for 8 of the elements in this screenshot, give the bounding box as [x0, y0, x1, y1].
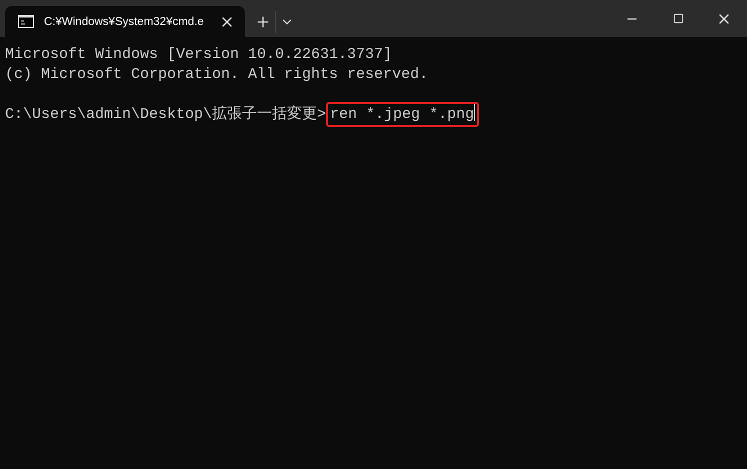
console-text: (c) Microsoft Corporation. All rights reserved.	[5, 66, 428, 82]
new-tab-icon[interactable]	[255, 14, 271, 30]
tab[interactable]: C:¥Windows¥System32¥cmd.e	[5, 6, 245, 37]
command-text: ren *.jpeg *.png	[326, 102, 480, 126]
console-text: Microsoft Windows [Version 10.0.22631.3737]	[5, 46, 392, 63]
command-prompt: C:\Users\admin\Desktop\拡張子一括変更>	[5, 106, 326, 122]
tab-title: C:¥Windows¥System32¥cmd.e	[44, 16, 205, 28]
terminal-icon	[18, 15, 34, 28]
